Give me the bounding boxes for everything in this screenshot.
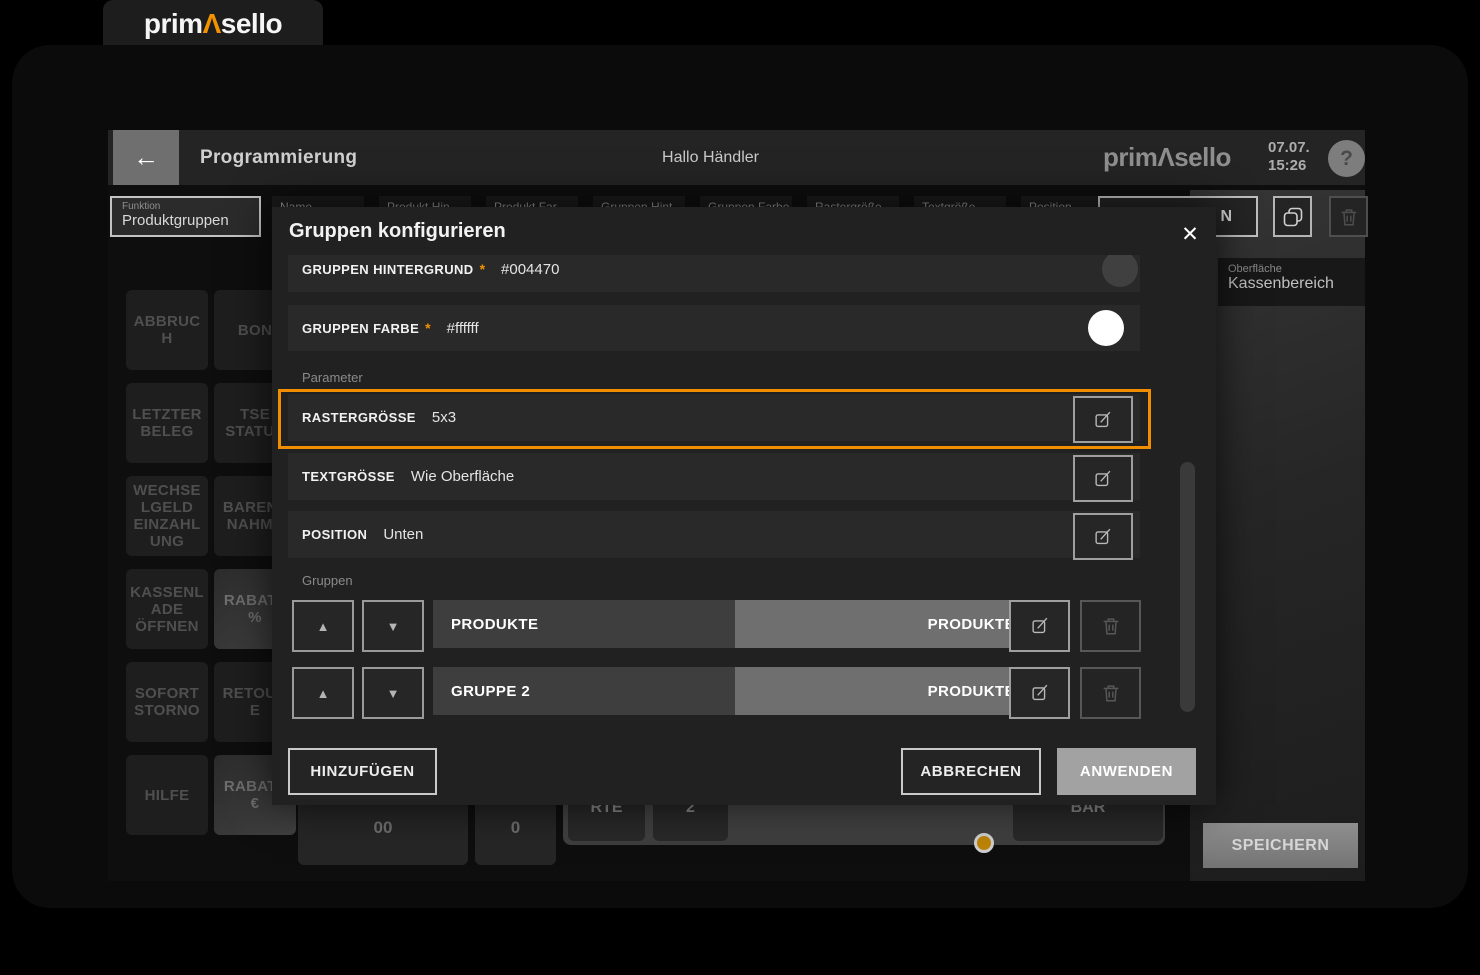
param-label: POSITION — [302, 527, 367, 542]
primasello-logo: primΛsello — [144, 8, 282, 40]
edit-icon — [1029, 682, 1051, 704]
screen: primΛsello ← Programmierung Hallo Händle… — [0, 0, 1480, 975]
group-bar[interactable]: PRODUKTE PRODUKTE — [433, 600, 1031, 648]
edit-icon — [1092, 468, 1114, 490]
color-swatch-farbe[interactable] — [1088, 310, 1124, 346]
sidebar-button-abbruch[interactable]: ABBRUCH — [126, 290, 208, 370]
required-asterisk: * — [480, 261, 485, 277]
function-selector-button[interactable]: Funktion Produktgruppen — [110, 196, 261, 237]
group-name: PRODUKTE — [433, 600, 735, 648]
app-logo-tab: primΛsello — [103, 0, 323, 47]
group-row-2: ▲ ▼ GRUPPE 2 PRODUKTE — [272, 667, 1216, 715]
edit-icon — [1092, 526, 1114, 548]
dialog-scrollbar[interactable] — [1180, 462, 1195, 712]
delete-group-button[interactable] — [1080, 667, 1141, 719]
edit-group-button[interactable] — [1009, 600, 1070, 652]
sidebar-button-wechselgeld[interactable]: WECHSELGELD EINZAHLUNG — [126, 476, 208, 556]
field-value: #ffffff — [447, 320, 479, 337]
slider-handle[interactable] — [974, 833, 994, 853]
back-arrow-icon: ← — [133, 142, 159, 173]
param-value: 5x3 — [432, 409, 456, 426]
required-asterisk: * — [425, 320, 430, 336]
move-up-button[interactable]: ▲ — [292, 667, 354, 719]
delete-group-button[interactable] — [1080, 600, 1141, 652]
time-text: 15:26 — [1268, 157, 1328, 175]
param-value: Unten — [383, 526, 423, 543]
delete-button[interactable] — [1329, 196, 1368, 237]
edit-position-button[interactable] — [1073, 513, 1133, 560]
arrow-up-icon: ▲ — [317, 619, 330, 634]
gruppen-konfigurieren-dialog: Gruppen konfigurieren ✕ GRUPPEN HINTERGR… — [272, 207, 1216, 805]
param-row-position: POSITION Unten — [288, 511, 1140, 558]
header-logo: primΛsello — [1103, 130, 1231, 185]
trash-icon — [1338, 206, 1360, 228]
trash-icon — [1100, 682, 1122, 704]
apply-button[interactable]: ANWENDEN — [1057, 748, 1196, 795]
copy-icon — [1281, 205, 1305, 229]
param-value: Wie Oberfläche — [411, 468, 514, 485]
arrow-down-icon: ▼ — [387, 686, 400, 701]
edit-icon — [1092, 409, 1114, 431]
sidebar-button-sofort-storno[interactable]: SOFORT STORNO — [126, 662, 208, 742]
dialog-title: Gruppen konfigurieren — [289, 220, 506, 243]
move-down-button[interactable]: ▼ — [362, 600, 424, 652]
greeting-text: Hallo Händler — [578, 130, 843, 185]
field-gruppen-farbe: GRUPPEN FARBE * #ffffff — [288, 305, 1140, 351]
param-row-textgroesse: TEXTGRÖSSE Wie Oberfläche — [288, 453, 1140, 500]
move-down-button[interactable]: ▼ — [362, 667, 424, 719]
section-label-parameter: Parameter — [302, 370, 363, 385]
param-label: TEXTGRÖSSE — [302, 469, 395, 484]
field-gruppen-hintergrund: GRUPPEN HINTERGRUND * #004470 — [288, 255, 1140, 292]
surface-selector[interactable]: Oberfläche Kassenbereich — [1218, 258, 1365, 306]
sidebar-button-letzter-beleg[interactable]: LETZTER BELEG — [126, 383, 208, 463]
page-title: Programmierung — [200, 130, 357, 185]
param-row-rastergroesse: RASTERGRÖSSE 5x3 — [288, 394, 1140, 441]
cancel-button[interactable]: ABBRECHEN — [901, 748, 1041, 795]
header-bar: ← Programmierung Hallo Händler primΛsell… — [108, 130, 1365, 185]
color-swatch-hintergrund[interactable] — [1102, 255, 1138, 287]
group-bar[interactable]: GRUPPE 2 PRODUKTE — [433, 667, 1031, 715]
surface-label: Oberfläche — [1228, 263, 1355, 275]
edit-textgroesse-button[interactable] — [1073, 455, 1133, 502]
help-button[interactable]: ? — [1328, 140, 1365, 177]
back-button[interactable]: ← — [113, 130, 179, 185]
edit-icon — [1029, 615, 1051, 637]
close-button[interactable]: ✕ — [1177, 221, 1203, 247]
sidebar-button-hilfe[interactable]: HILFE — [126, 755, 208, 835]
move-up-button[interactable]: ▲ — [292, 600, 354, 652]
logo-lambda-icon: Λ — [203, 8, 221, 39]
arrow-down-icon: ▼ — [387, 619, 400, 634]
field-label: GRUPPEN HINTERGRUND — [302, 262, 474, 277]
add-button[interactable]: HINZUFÜGEN — [288, 748, 437, 795]
group-row-1: ▲ ▼ PRODUKTE PRODUKTE — [272, 600, 1216, 648]
date-text: 07.07. — [1268, 139, 1328, 157]
close-icon: ✕ — [1181, 222, 1199, 247]
datetime: 07.07. 15:26 — [1268, 139, 1328, 175]
group-type-badge: PRODUKTE — [735, 600, 1031, 648]
edit-rastergroesse-button[interactable] — [1073, 396, 1133, 443]
section-label-gruppen: Gruppen — [302, 573, 353, 588]
group-name: GRUPPE 2 — [433, 667, 735, 715]
surface-value: Kassenbereich — [1228, 275, 1355, 293]
question-mark-icon: ? — [1340, 147, 1353, 171]
field-label: GRUPPEN FARBE — [302, 321, 419, 336]
trash-icon — [1100, 615, 1122, 637]
field-value: #004470 — [501, 261, 559, 278]
sidebar-button-kassenlade[interactable]: KASSENLADE ÖFFNEN — [126, 569, 208, 649]
arrow-up-icon: ▲ — [317, 686, 330, 701]
group-type-badge: PRODUKTE — [735, 667, 1031, 715]
header-logo-lambda-icon: Λ — [1157, 142, 1174, 173]
function-value: Produktgruppen — [122, 212, 249, 229]
save-button[interactable]: SPEICHERN — [1203, 823, 1358, 868]
function-label: Funktion — [122, 201, 249, 212]
copy-button[interactable] — [1273, 196, 1312, 237]
edit-group-button[interactable] — [1009, 667, 1070, 719]
param-label: RASTERGRÖSSE — [302, 410, 416, 425]
